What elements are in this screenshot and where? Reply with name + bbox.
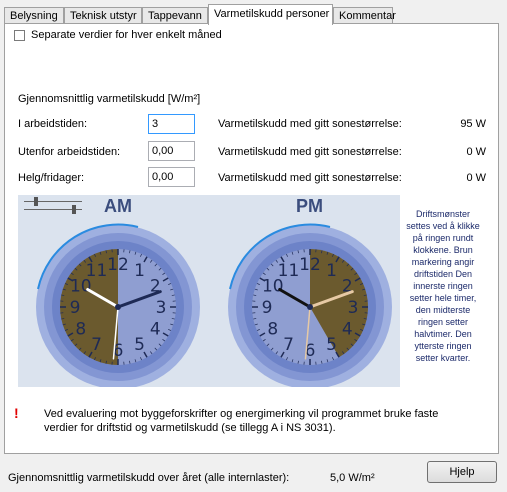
- warning-text: Ved evaluering mot byggeforskrifter og e…: [44, 408, 439, 434]
- separate-values-label: Separate verdier for hver enkelt måned: [31, 29, 222, 41]
- clocks-svg: 12 1234567891011 12 1234567891011: [36, 223, 392, 387]
- tab-varmetilskudd-personer[interactable]: Varmetilskudd personer: [208, 4, 333, 25]
- arbeidstid-input[interactable]: 3: [148, 114, 195, 134]
- tab-tappevann[interactable]: Tappevann: [142, 7, 208, 24]
- result-label-utenfor: Varmetilskudd med gitt sonestørrelse:: [218, 146, 402, 158]
- row-label-helg: Helg/fridager:: [18, 172, 85, 184]
- pm-number-12: 12: [299, 255, 321, 275]
- result-value-utenfor: 0 W: [466, 146, 486, 158]
- am-number-1: 1: [134, 261, 145, 281]
- result-value-arbeidstid: 95 W: [460, 118, 486, 130]
- pm-number-8: 8: [267, 320, 278, 340]
- result-label-helg: Varmetilskudd med gitt sonestørrelse:: [218, 172, 402, 184]
- tab-belysning[interactable]: Belysning: [4, 7, 64, 24]
- pm-number-1: 1: [326, 261, 337, 281]
- pm-number-5: 5: [326, 335, 337, 355]
- pm-clock[interactable]: 12 1234567891011: [228, 223, 392, 387]
- footer-label: Gjennomsnittlig varmetilskudd over året …: [8, 472, 290, 484]
- am-number-9: 9: [70, 298, 81, 318]
- am-number-7: 7: [91, 335, 102, 355]
- am-number-12: 12: [107, 255, 129, 275]
- pm-number-7: 7: [283, 335, 294, 355]
- warning-icon: !: [14, 405, 19, 421]
- am-number-8: 8: [75, 320, 86, 340]
- pm-number-4: 4: [342, 320, 353, 340]
- pm-number-3: 3: [348, 298, 359, 318]
- pm-number-11: 11: [278, 261, 300, 281]
- pm-number-9: 9: [262, 298, 273, 318]
- helg-input[interactable]: 0,00: [148, 167, 195, 187]
- am-number-3: 3: [156, 298, 167, 318]
- row-label-utenfor: Utenfor arbeidstiden:: [18, 146, 121, 158]
- operating-schedule-panel: AM PM 12 1 2 3 4 5 6 7 8 9 10 11 12 1 2 3 4 5 6 7 8 9 10 11: [18, 195, 400, 387]
- am-clock[interactable]: 12 1234567891011: [36, 223, 200, 387]
- separate-values-checkbox[interactable]: [14, 30, 25, 41]
- am-number-4: 4: [150, 320, 161, 340]
- section-title: Gjennomsnittlig varmetilskudd [W/m²]: [18, 93, 201, 105]
- am-number-5: 5: [134, 335, 145, 355]
- help-button[interactable]: Hjelp: [427, 461, 497, 483]
- clock-help-text: Driftsmønster settes ved å klikke på rin…: [406, 209, 480, 363]
- am-number-11: 11: [86, 261, 108, 281]
- pm-center: [307, 304, 313, 310]
- tab-kommentar[interactable]: Kommentar: [333, 7, 396, 24]
- result-label-arbeidstid: Varmetilskudd med gitt sonestørrelse:: [218, 118, 402, 130]
- utenfor-input[interactable]: 0,00: [148, 141, 195, 161]
- am-center: [115, 304, 121, 310]
- tab-teknisk-utstyr[interactable]: Teknisk utstyr: [64, 7, 142, 24]
- footer-value: 5,0 W/m²: [330, 472, 375, 484]
- result-value-helg: 0 W: [466, 172, 486, 184]
- row-label-arbeidstid: I arbeidstiden:: [18, 118, 88, 130]
